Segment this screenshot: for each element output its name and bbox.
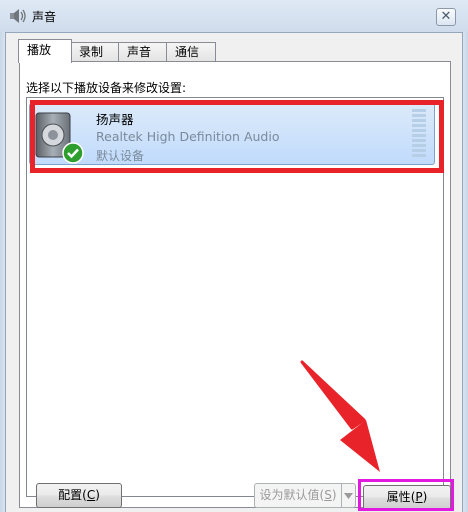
- chevron-down-icon: [344, 492, 353, 499]
- tab-sounds[interactable]: 声音: [118, 42, 168, 62]
- set-default-accel: S: [324, 488, 332, 502]
- properties-label: 属性: [386, 490, 411, 504]
- tab-recording[interactable]: 录制: [70, 42, 120, 62]
- device-status: 默认设备: [96, 149, 145, 163]
- title-bar: 声音 ✕: [0, 0, 468, 32]
- tab-communications[interactable]: 通信: [166, 42, 216, 62]
- volume-level-meter: [412, 109, 426, 157]
- instruction-text: 选择以下播放设备来修改设置:: [26, 81, 187, 95]
- dialog-client: 播放 录制 声音 通信 选择以下播放设备来修改设置: 扬声器 Realtek H…: [5, 32, 463, 512]
- close-button[interactable]: ✕: [436, 8, 456, 26]
- device-description: Realtek High Definition Audio: [96, 129, 280, 144]
- configure-accel: C: [86, 488, 96, 502]
- device-name: 扬声器: [96, 112, 134, 127]
- device-list[interactable]: 扬声器 Realtek High Definition Audio 默认设备: [26, 97, 444, 497]
- device-item-speakers[interactable]: 扬声器 Realtek High Definition Audio 默认设备: [29, 103, 435, 165]
- set-default-dropdown-button[interactable]: [341, 483, 356, 508]
- speaker-title-icon: [10, 9, 26, 23]
- close-icon: ✕: [440, 9, 452, 24]
- properties-accel: P: [415, 490, 423, 504]
- properties-button[interactable]: 属性(P): [363, 485, 451, 510]
- set-default-label: 设为默认值: [259, 488, 320, 502]
- set-default-button[interactable]: 设为默认值(S): [254, 483, 342, 508]
- configure-label: 配置: [58, 488, 83, 502]
- default-check-icon: [62, 142, 84, 164]
- playback-panel: 选择以下播放设备来修改设置: 扬声器 Realtek High Definiti…: [19, 61, 451, 508]
- configure-button[interactable]: 配置(C): [36, 483, 122, 508]
- tab-playback[interactable]: 播放: [18, 39, 72, 63]
- window-title: 声音: [32, 10, 57, 24]
